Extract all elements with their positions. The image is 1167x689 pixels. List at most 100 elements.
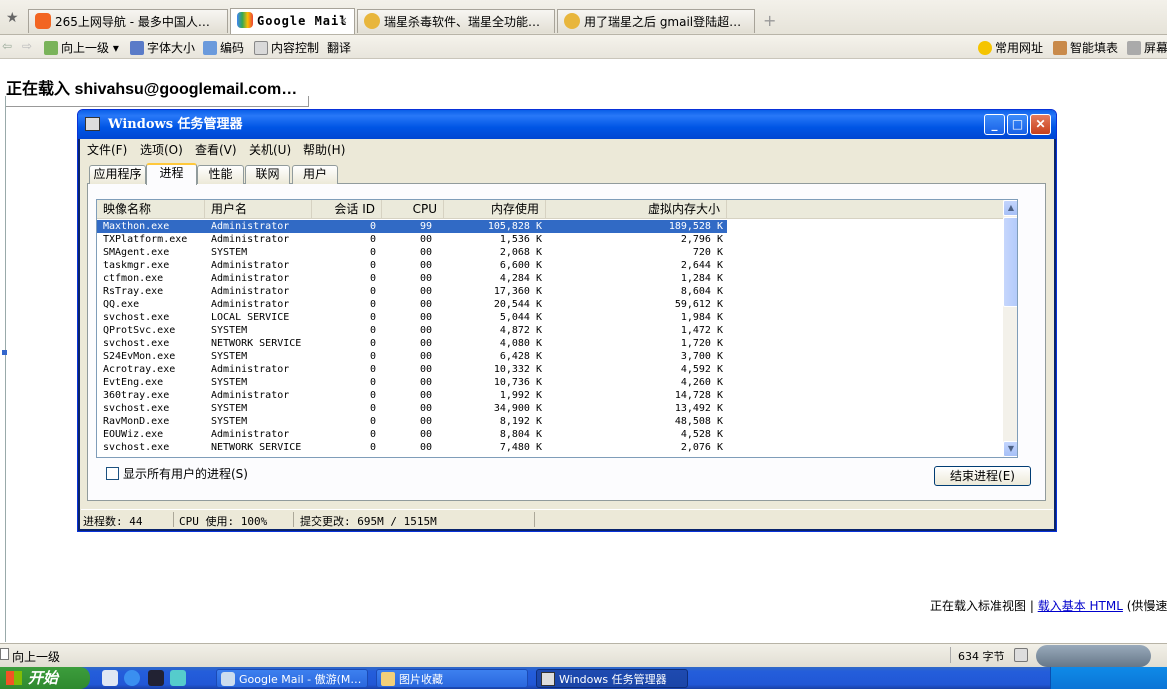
process-row[interactable]: QProtSvc.exe SYSTEM 0 00 4,872 K 1,472 K [97, 324, 727, 337]
task-manager-titlebar[interactable]: Windows 任务管理器 _ □ ✕ [78, 110, 1056, 139]
resize-handle[interactable] [2, 350, 7, 355]
cell-cpu: 00 [419, 312, 432, 323]
process-row[interactable]: Maxthon.exe Administrator 0 99 105,828 K 189,… [97, 220, 727, 233]
screen-button[interactable]: 屏幕 [1127, 39, 1167, 56]
column-cpu[interactable]: CPU [382, 200, 444, 218]
cell-user-name: SYSTEM [211, 377, 248, 388]
process-row[interactable]: S24EvMon.exe SYSTEM 0 00 6,428 K 3,700 K [97, 350, 727, 363]
new-tab-button[interactable]: + [763, 11, 776, 30]
process-row[interactable]: EOUWiz.exe Administrator 0 00 8,804 K 4,528 K [97, 428, 727, 441]
scroll-down-icon[interactable]: ▼ [1003, 441, 1017, 457]
process-row[interactable]: RavMonD.exe SYSTEM 0 00 8,192 K 48,508 K [97, 415, 727, 428]
up-level-button[interactable]: 向上一级 ▾ [44, 39, 119, 56]
translate-button[interactable]: 翻译 [327, 39, 351, 56]
process-row[interactable]: svchost.exe LOCAL SERVICE 0 00 5,044 K 1,984 … [97, 311, 727, 324]
browser-tab-rising-gmail[interactable]: 用了瑞星之后 gmail登陆超… [557, 9, 755, 33]
cell-session-id: 0 [369, 403, 376, 414]
screen-label: 屏幕 [1144, 41, 1167, 55]
tab-applications[interactable]: 应用程序 [89, 165, 146, 184]
task-manager-icon [85, 117, 100, 131]
column-session-id[interactable]: 会话 ID [312, 200, 382, 218]
tab-networking[interactable]: 联网 [245, 165, 290, 184]
watermark-logo [1036, 645, 1151, 667]
cell-session-id: 0 [369, 299, 376, 310]
cell-user-name: SYSTEM [211, 403, 248, 414]
process-row[interactable]: TXPlatform.exe Administrator 0 00 1,536 K 2,7… [97, 233, 727, 246]
task-manager-window: Windows 任务管理器 _ □ ✕ 文件(F) 选项(O) 查看(V) 关机… [77, 109, 1057, 532]
menu-view[interactable]: 查看(V) [195, 141, 237, 158]
process-row[interactable]: taskmgr.exe Administrator 0 00 6,600 K 2,644 … [97, 259, 727, 272]
cell-virtual-memory: 48,508 K [674, 416, 723, 427]
cell-cpu: 00 [419, 338, 432, 349]
close-button[interactable]: ✕ [1030, 114, 1051, 135]
close-tab-icon[interactable]: ✕ [340, 10, 348, 30]
cell-cpu: 00 [419, 442, 432, 453]
process-row[interactable]: svchost.exe NETWORK SERVICE 0 00 7,480 K 2,07… [97, 441, 727, 454]
start-button[interactable]: 开始 [0, 667, 90, 689]
show-all-users-checkbox[interactable] [106, 467, 119, 480]
star-icon[interactable]: ★ [6, 10, 19, 26]
process-row[interactable]: 360tray.exe Administrator 0 00 1,992 K 14,728… [97, 389, 727, 402]
process-row[interactable]: QQ.exe Administrator 0 00 20,544 K 59,612 K [97, 298, 727, 311]
font-size-button[interactable]: 字体大小 [130, 39, 195, 56]
process-row[interactable]: svchost.exe SYSTEM 0 00 34,900 K 13,492 K [97, 402, 727, 415]
browser-tab-google-mail[interactable]: Google Mail ✕ [230, 8, 355, 34]
menu-shutdown[interactable]: 关机(U) [249, 141, 291, 158]
menu-options[interactable]: 选项(O) [140, 141, 183, 158]
process-list[interactable]: 映像名称 用户名 会话 ID CPU 内存使用 虚拟内存大小 Maxthon.e… [96, 199, 1018, 458]
process-row[interactable]: Acrotray.exe Administrator 0 00 10,332 K 4,59… [97, 363, 727, 376]
process-row[interactable]: ctfmon.exe Administrator 0 00 4,284 K 1,284 K [97, 272, 727, 285]
back-arrow-icon[interactable]: ⇦ [2, 39, 12, 53]
minimize-button[interactable]: _ [984, 114, 1005, 135]
content-control-label: 内容控制 [271, 41, 320, 55]
scroll-thumb[interactable] [1003, 217, 1017, 307]
browser-tab-rising[interactable]: 瑞星杀毒软件、瑞星全功能… [357, 9, 555, 33]
process-row[interactable]: SMAgent.exe SYSTEM 0 00 2,068 K 720 K [97, 246, 727, 259]
process-row[interactable]: svchost.exe NETWORK SERVICE 0 00 4,080 K 1,72… [97, 337, 727, 350]
column-virtual-memory[interactable]: 虚拟内存大小 [546, 200, 727, 218]
maxthon-icon [221, 672, 235, 686]
show-all-users-label[interactable]: 显示所有用户的进程(S) [123, 465, 248, 482]
show-desktop-icon[interactable] [102, 670, 118, 686]
quick-launch-icon[interactable] [170, 670, 186, 686]
vertical-scrollbar[interactable]: ▲ ▼ [1003, 200, 1017, 457]
process-count: 进程数: 44 [83, 515, 143, 528]
quick-launch-icon[interactable] [148, 670, 164, 686]
browser-tab-265[interactable]: 265上网导航 - 最多中国人… [28, 9, 228, 33]
maximize-button[interactable]: □ [1007, 114, 1028, 135]
start-label: 开始 [28, 669, 59, 687]
tab-processes[interactable]: 进程 [146, 163, 197, 185]
load-basic-html-link[interactable]: 载入基本 HTML [1038, 599, 1123, 613]
tab-performance[interactable]: 性能 [197, 165, 244, 184]
cell-user-name: NETWORK SERVICE [211, 442, 302, 453]
cell-session-id: 0 [369, 364, 376, 375]
column-image-name[interactable]: 映像名称 [97, 200, 205, 218]
end-process-button[interactable]: 结束进程(E) [934, 466, 1031, 486]
autofill-button[interactable]: 智能填表 [1053, 39, 1118, 56]
taskbar-item-pictures[interactable]: 图片收藏 [376, 669, 528, 688]
cell-session-id: 0 [369, 390, 376, 401]
commit-charge: 提交更改: 695M / 1515M [300, 515, 437, 528]
process-row[interactable]: RsTray.exe Administrator 0 00 17,360 K 8,604 … [97, 285, 727, 298]
cell-memory: 5,044 K [499, 312, 542, 323]
content-control-button[interactable]: 内容控制 [254, 39, 319, 56]
speaker-icon[interactable] [1014, 648, 1028, 662]
scroll-up-icon[interactable]: ▲ [1003, 200, 1017, 216]
column-user-name[interactable]: 用户名 [205, 200, 312, 218]
favorites-button[interactable]: 常用网址 [978, 39, 1043, 56]
menu-help[interactable]: 帮助(H) [303, 141, 345, 158]
windows-taskbar: 开始 Google Mail - 傲游(M… 图片收藏 Windows 任务管理… [0, 667, 1167, 689]
cell-user-name: Administrator [211, 234, 290, 245]
cell-image-name: Maxthon.exe [103, 221, 170, 232]
taskbar-item-maxthon[interactable]: Google Mail - 傲游(M… [216, 669, 368, 688]
process-row[interactable]: EvtEng.exe SYSTEM 0 00 10,736 K 4,260 K [97, 376, 727, 389]
column-memory-usage[interactable]: 内存使用 [444, 200, 546, 218]
tab-users[interactable]: 用户 [292, 165, 338, 184]
ie-icon[interactable] [124, 670, 140, 686]
cell-session-id: 0 [369, 338, 376, 349]
forward-arrow-icon[interactable]: ⇨ [22, 39, 32, 53]
cpu-usage: CPU 使用: 100% [179, 515, 268, 528]
taskbar-item-task-manager[interactable]: Windows 任务管理器 [536, 669, 688, 688]
menu-file[interactable]: 文件(F) [87, 141, 127, 158]
encoding-button[interactable]: 编码 [203, 39, 244, 56]
